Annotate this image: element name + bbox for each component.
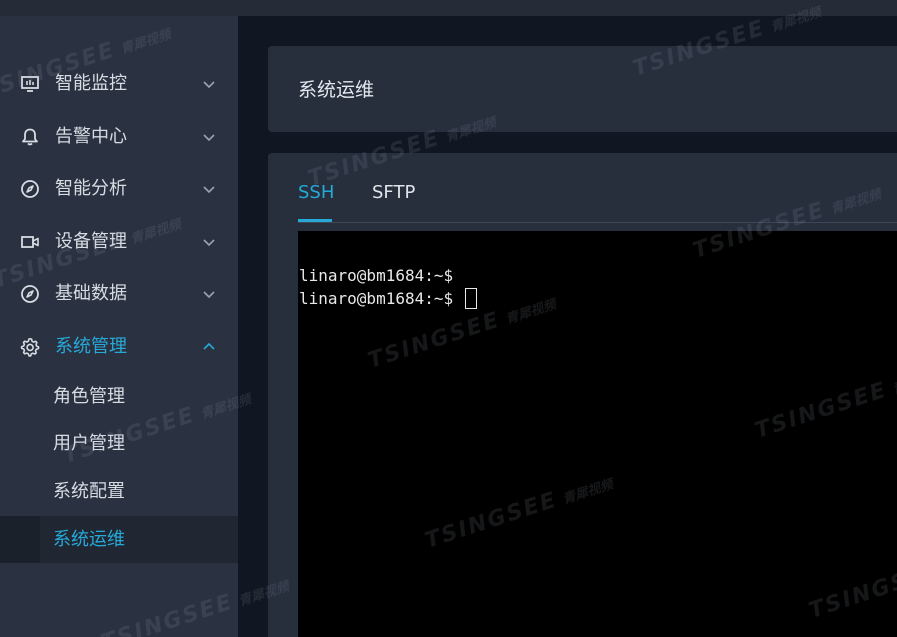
terminal-line: linaro@bm1684:~$: [299, 265, 453, 287]
sidebar-subitem-label: 角色管理: [53, 386, 125, 407]
sidebar-item-intelligent-monitoring[interactable]: 智能监控: [0, 58, 238, 110]
compass-icon: [21, 180, 39, 198]
terminal-prompt: linaro@bm1684:~$: [299, 266, 454, 285]
terminal-line: linaro@bm1684:~$: [299, 288, 477, 310]
sidebar-subitem-user-management[interactable]: 用户管理: [0, 420, 238, 467]
sidebar: 智能监控 告警中心 智能分析 设备管理 基础数据 系统管理 角色管理 用户管理 …: [0, 16, 238, 637]
chevron-down-icon[interactable]: [203, 183, 215, 195]
video-camera-icon: [21, 236, 39, 248]
terminal-cursor: [464, 288, 477, 309]
sidebar-item-label: 智能监控: [55, 73, 127, 94]
sidebar-subitem-role-management[interactable]: 角色管理: [0, 373, 238, 420]
top-bar: [0, 0, 897, 16]
sidebar-subitem-label: 系统运维: [53, 529, 125, 550]
sidebar-item-system-management[interactable]: 系统管理: [0, 321, 238, 373]
sidebar-item-label: 告警中心: [55, 126, 127, 147]
terminal-prompt: linaro@bm1684:~$: [299, 289, 463, 308]
tab-sftp[interactable]: SFTP: [372, 179, 415, 207]
sidebar-subitem-label: 系统配置: [53, 481, 125, 502]
compass-icon: [21, 285, 39, 303]
gear-icon: [20, 338, 40, 357]
sidebar-subitem-label: 用户管理: [53, 433, 125, 454]
sidebar-item-basic-data[interactable]: 基础数据: [0, 268, 238, 320]
content-panel: SSH SFTP linaro@bm1684:~$ linaro@bm1684:…: [268, 153, 897, 637]
sidebar-item-alarm-center[interactable]: 告警中心: [0, 111, 238, 163]
sidebar-item-intelligent-analysis[interactable]: 智能分析: [0, 163, 238, 215]
sidebar-subitem-system-config[interactable]: 系统配置: [0, 468, 238, 515]
sidebar-item-label: 设备管理: [55, 231, 127, 252]
sidebar-item-device-management[interactable]: 设备管理: [0, 216, 238, 268]
chevron-down-icon[interactable]: [203, 78, 215, 90]
sidebar-item-label: 基础数据: [55, 283, 127, 304]
chevron-down-icon[interactable]: [203, 131, 215, 143]
tab-divider: [298, 222, 897, 223]
monitor-icon: [21, 76, 39, 92]
tab-ssh[interactable]: SSH: [298, 179, 334, 207]
tab-bar: SSH SFTP: [268, 153, 897, 223]
page-title: 系统运维: [298, 79, 375, 101]
chevron-down-icon[interactable]: [203, 236, 215, 248]
app-window: 智能监控 告警中心 智能分析 设备管理 基础数据 系统管理 角色管理 用户管理 …: [0, 0, 897, 637]
sidebar-subitem-system-ops[interactable]: 系统运维: [0, 516, 238, 563]
chevron-up-icon[interactable]: [203, 341, 215, 353]
chevron-down-icon[interactable]: [203, 288, 215, 300]
page-header: 系统运维: [268, 46, 897, 132]
sidebar-item-label: 系统管理: [55, 336, 127, 357]
ssh-terminal[interactable]: linaro@bm1684:~$ linaro@bm1684:~$: [298, 231, 897, 637]
sidebar-item-label: 智能分析: [55, 178, 127, 199]
bell-icon: [22, 128, 38, 146]
